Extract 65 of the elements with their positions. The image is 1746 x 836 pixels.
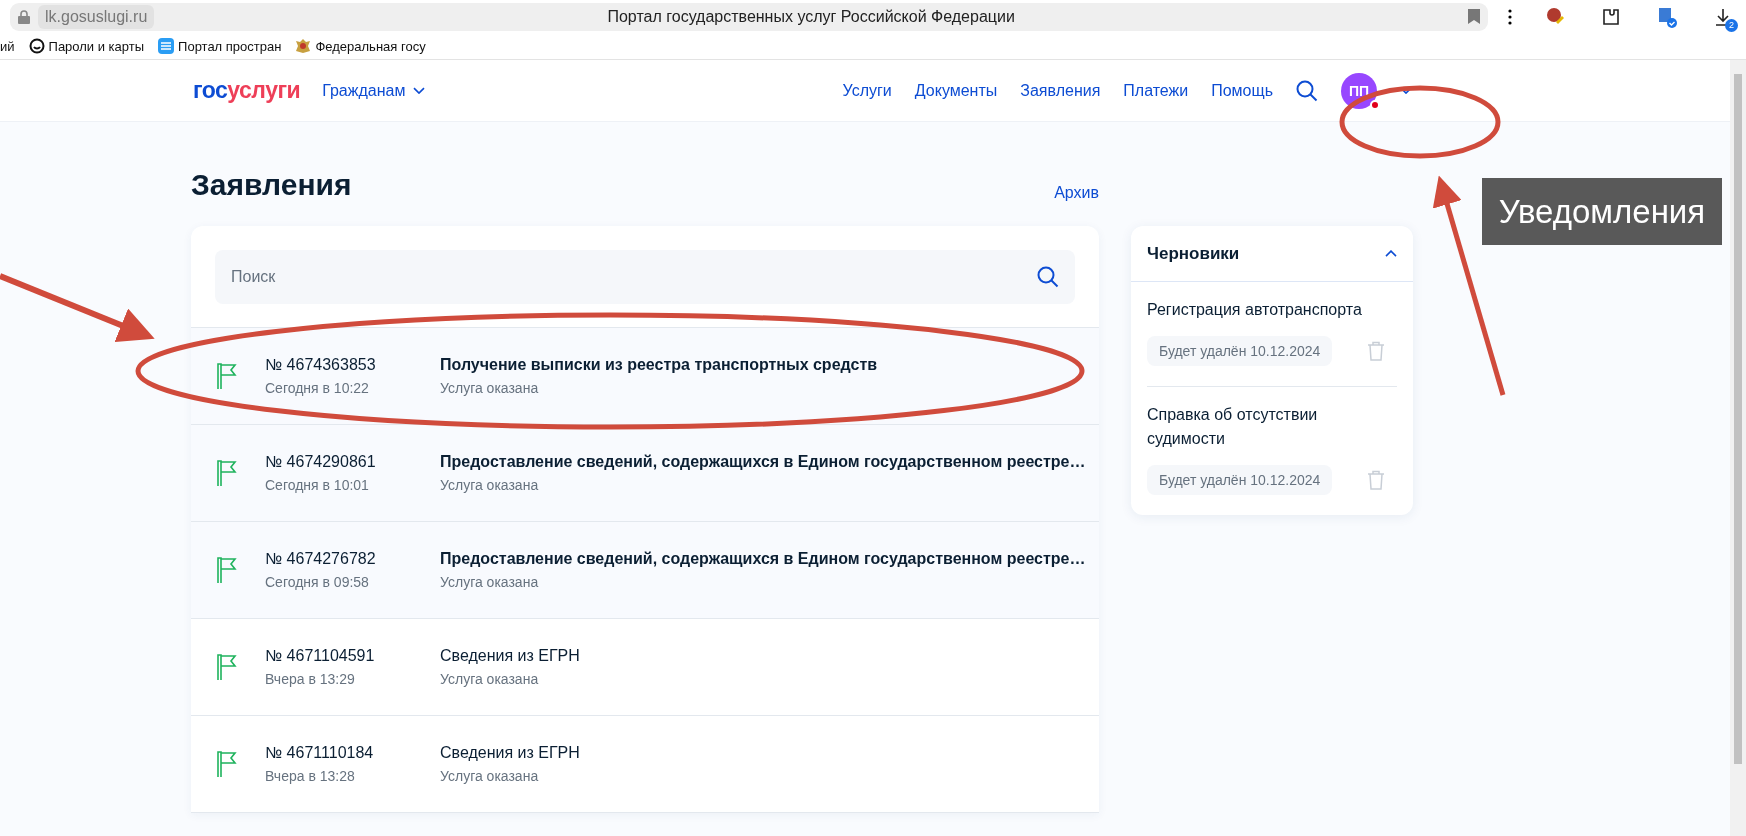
application-row[interactable]: № 4671110184 Вчера в 13:28 Сведения из ЕГРН Услуга оказана (191, 716, 1099, 813)
application-date: Сегодня в 10:01 (265, 477, 370, 493)
draft-link[interactable]: Регистрация автотранспорта (1147, 298, 1387, 322)
nav-link[interactable]: Заявления (1020, 81, 1101, 100)
audience-menu[interactable]: Гражданам (322, 81, 426, 100)
nav-link[interactable]: Документы (914, 81, 998, 100)
application-row[interactable]: № 4674290861 Сегодня в 10:01 Предоставление сведений, содержащихся в Едином государственном реестре… Услуга оказана (191, 425, 1099, 522)
application-title: Предоставление сведений, содержащихся в Едином государственном реестре… (440, 453, 1086, 471)
bookmark-link[interactable]: Портал простран (178, 38, 282, 54)
application-status: Услуга оказана (440, 671, 540, 687)
application-title: Предоставление сведений, содержащихся в Едином государственном реестре… (440, 550, 1086, 568)
deletion-tag: Будет удалён 10.12.2024 (1147, 336, 1333, 366)
application-number: № 4674290861 (265, 453, 377, 471)
application-date: Сегодня в 10:22 (265, 380, 370, 396)
drafts-header[interactable]: Черновики (1131, 226, 1413, 282)
application-number: № 4674276782 (265, 550, 377, 568)
wave-icon (158, 38, 175, 54)
application-status: Услуга оказана (440, 477, 540, 493)
url-text: lk.gosuslugi.ru (38, 4, 155, 29)
flag-icon (215, 459, 239, 487)
application-row[interactable]: № 4671104591 Вчера в 13:29 Сведения из ЕГРН Услуга оказана (191, 619, 1099, 716)
chevron-icon (413, 86, 426, 95)
scrollbar-thumb[interactable] (1734, 74, 1742, 764)
callout-label: Уведомления (1482, 178, 1722, 245)
more-icon[interactable] (1508, 8, 1512, 25)
application-status: Услуга оказана (440, 380, 540, 396)
page-heading: Заявления (191, 168, 352, 202)
application-row[interactable]: № 4674276782 Сегодня в 09:58 Предоставление сведений, содержащихся в Едином государственном реестре… Услуга оказана (191, 522, 1099, 619)
nav-link[interactable]: Платежи (1123, 81, 1189, 100)
bookmark-icon[interactable] (1468, 9, 1480, 24)
bookmark-link[interactable]: Федеральная госу (315, 38, 426, 54)
application-number: № 4671110184 (265, 744, 375, 762)
draft-link[interactable]: Справка об отсутствии судимости (1147, 403, 1387, 451)
search-icon[interactable] (1296, 79, 1318, 102)
extension-icon[interactable] (1657, 5, 1677, 28)
application-title: Сведения из ЕГРН (440, 744, 580, 762)
flag-icon (215, 556, 239, 584)
search-icon[interactable] (1037, 266, 1059, 288)
bookmark-link[interactable]: ий (0, 38, 15, 54)
application-status: Услуга оказана (440, 574, 540, 590)
nav-link[interactable]: Помощь (1211, 81, 1273, 100)
lock-icon (18, 9, 30, 24)
application-date: Сегодня в 09:58 (265, 574, 370, 590)
emblem-icon (295, 38, 312, 54)
bookmark-link[interactable]: Пароли и карты (48, 38, 145, 54)
flag-icon (215, 653, 239, 681)
application-row[interactable]: № 4674363853 Сегодня в 10:22 Получение выписки из реестра транспортных средств Услуга оказана (191, 328, 1099, 425)
application-title: Сведения из ЕГРН (440, 647, 580, 665)
application-number: № 4674363853 (265, 356, 377, 374)
logo[interactable]: госуслуги (193, 77, 301, 104)
address-bar[interactable]: lk.gosuslugi.ru Портал государственных услуг Российской Федерации (10, 2, 1488, 31)
flag-icon (215, 750, 239, 778)
search-field[interactable]: Поиск (215, 250, 1075, 304)
flag-icon (215, 362, 239, 390)
smile-icon (28, 38, 45, 54)
download-count: 2 (1725, 18, 1738, 32)
application-status: Услуга оказана (440, 768, 540, 784)
application-date: Вчера в 13:29 (265, 671, 356, 687)
application-title: Получение выписки из реестра транспортных средств (440, 356, 878, 374)
application-date: Вчера в 13:28 (265, 768, 356, 784)
page-title-text: Портал государственных услуг Российской Федерации (606, 7, 1016, 26)
archive-link[interactable]: Архив (1054, 184, 1099, 202)
nav-link[interactable]: Услуги (842, 81, 892, 100)
application-number: № 4671104591 (265, 647, 376, 665)
deletion-tag: Будет удалён 10.12.2024 (1147, 465, 1333, 495)
